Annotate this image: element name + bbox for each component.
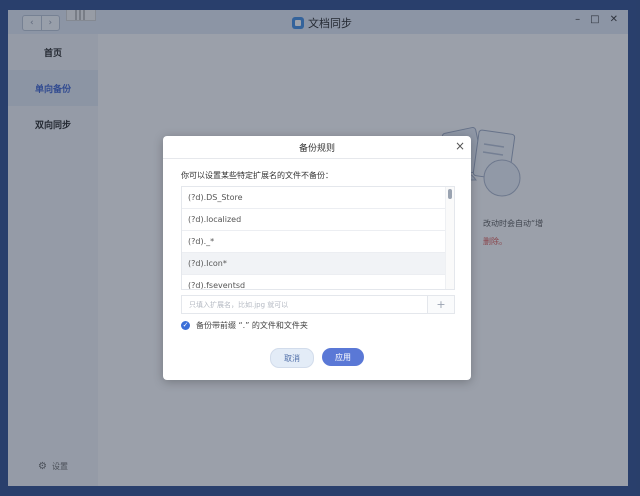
- backup-rules-dialog: 备份规则 × 你可以设置某些特定扩展名的文件不备份： (?d).DS_Store…: [163, 136, 471, 380]
- apply-button[interactable]: 应用: [322, 348, 364, 366]
- close-icon[interactable]: ×: [455, 140, 465, 152]
- add-rule-button[interactable]: +: [427, 296, 454, 313]
- dialog-header: 备份规则 ×: [163, 136, 471, 159]
- list-item[interactable]: (?d).Icon*: [182, 253, 446, 275]
- dialog-buttons: 取消 应用: [163, 348, 471, 368]
- list-item[interactable]: (?d).DS_Store: [182, 187, 446, 209]
- extension-input[interactable]: [182, 296, 427, 313]
- dialog-description: 你可以设置某些特定扩展名的文件不备份：: [181, 171, 333, 180]
- list-item[interactable]: (?d).fseventsd: [182, 275, 446, 289]
- cancel-button[interactable]: 取消: [270, 348, 314, 368]
- scroll-track[interactable]: [445, 187, 454, 289]
- checkbox-label: 备份带前缀 “.” 的文件和文件夹: [196, 321, 308, 330]
- scrollbar-thumb[interactable]: [448, 189, 452, 199]
- list-item[interactable]: (?d)._*: [182, 231, 446, 253]
- rules-list: (?d).DS_Store (?d).localized (?d)._* (?d…: [181, 186, 455, 290]
- extension-input-row: +: [181, 295, 455, 314]
- checkbox-checked-icon[interactable]: ✓: [181, 321, 190, 330]
- list-item[interactable]: (?d).localized: [182, 209, 446, 231]
- dotfile-checkbox-row[interactable]: ✓ 备份带前缀 “.” 的文件和文件夹: [181, 320, 308, 331]
- dialog-title: 备份规则: [298, 143, 335, 154]
